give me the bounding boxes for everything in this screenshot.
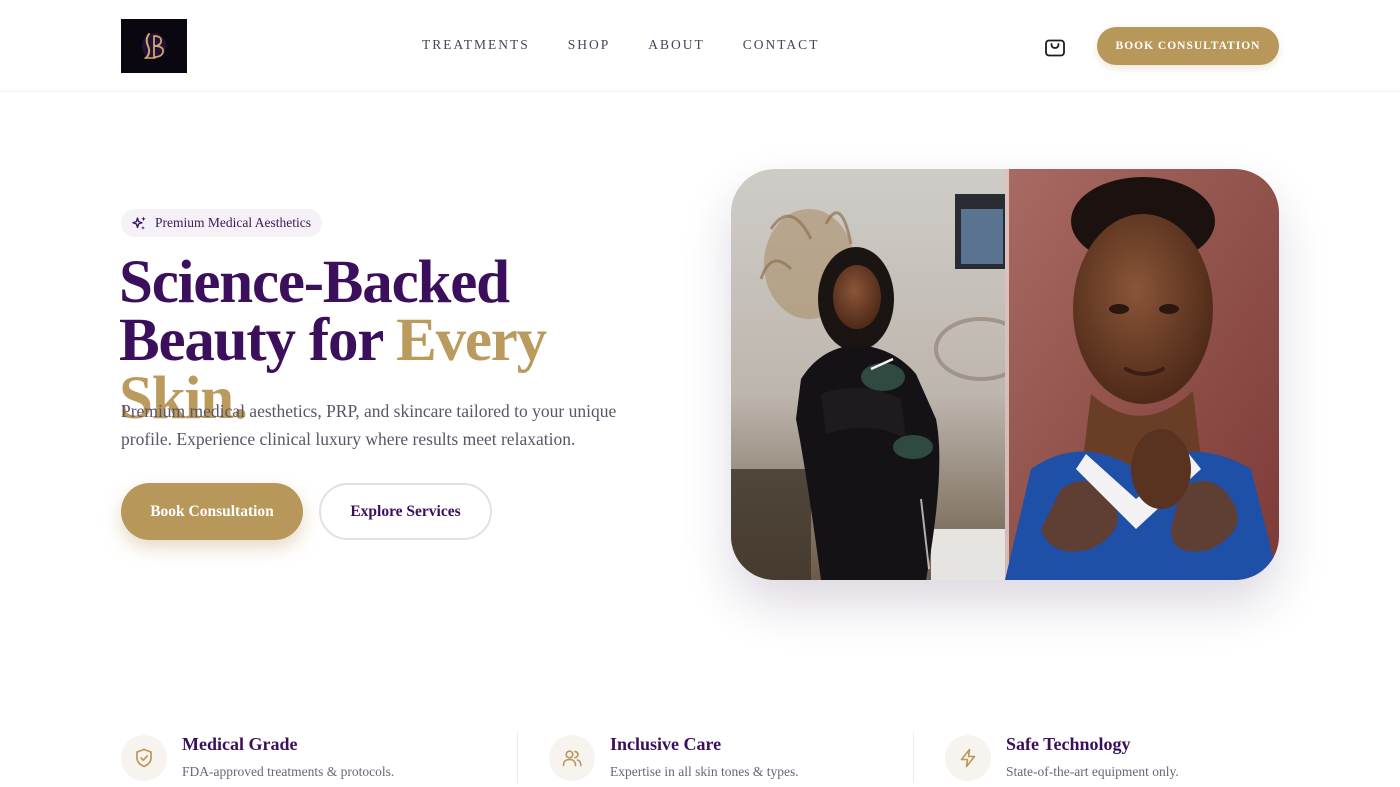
- feature-icon-wrap: [945, 735, 991, 781]
- shield-check-icon: [136, 748, 152, 768]
- cart-button[interactable]: [1042, 33, 1068, 59]
- header-book-consultation-button[interactable]: BOOK CONSULTATION: [1097, 27, 1279, 65]
- feature-icon-wrap: [549, 735, 595, 781]
- feature-title: Safe Technology: [1006, 734, 1131, 754]
- feature-description: FDA-approved treatments & protocols.: [182, 764, 395, 779]
- feature-description: Expertise in all skin tones & types.: [610, 764, 799, 779]
- feature-divider: [517, 733, 518, 783]
- hero-badge: Premium Medical Aesthetics: [121, 209, 322, 237]
- site-header: TREATMENTS SHOP ABOUT CONTACT BOOK CONSU…: [0, 0, 1400, 92]
- feature-title: Inclusive Care: [610, 734, 722, 754]
- nav-link-about[interactable]: ABOUT: [648, 37, 705, 53]
- logo-monogram-icon: [121, 19, 187, 73]
- feature-safe-technology: Safe Technology State-of-the-art equipme…: [945, 733, 1279, 787]
- nav-link-shop[interactable]: SHOP: [568, 37, 611, 53]
- hero-photo: [731, 169, 1279, 580]
- hero-badge-label: Premium Medical Aesthetics: [155, 215, 311, 230]
- shopping-bag-icon: [1045, 39, 1065, 57]
- feature-divider: [913, 733, 914, 783]
- feature-icon-wrap: [121, 735, 167, 781]
- hero-subtitle: Premium medical aesthetics, PRP, and ski…: [121, 401, 617, 449]
- brand-logo[interactable]: [121, 19, 187, 73]
- main-nav: TREATMENTS SHOP ABOUT CONTACT: [422, 37, 857, 53]
- explore-services-button[interactable]: Explore Services: [319, 483, 492, 540]
- nav-link-contact[interactable]: CONTACT: [743, 37, 820, 53]
- feature-inclusive-care: Inclusive Care Expertise in all skin ton…: [549, 733, 889, 787]
- hero-image: [731, 169, 1279, 580]
- users-icon: [562, 750, 582, 767]
- feature-description: State-of-the-art equipment only.: [1006, 764, 1179, 779]
- nav-link-treatments[interactable]: TREATMENTS: [422, 37, 530, 53]
- feature-title: Medical Grade: [182, 734, 298, 754]
- book-consultation-button[interactable]: Book Consultation: [121, 483, 303, 540]
- headline-line-2: Beauty for: [119, 307, 397, 374]
- headline-line-1: Science-Backed: [119, 249, 510, 316]
- lightning-icon: [960, 748, 976, 768]
- sparkles-icon: [132, 216, 146, 230]
- feature-medical-grade: Medical Grade FDA-approved treatments & …: [121, 733, 501, 787]
